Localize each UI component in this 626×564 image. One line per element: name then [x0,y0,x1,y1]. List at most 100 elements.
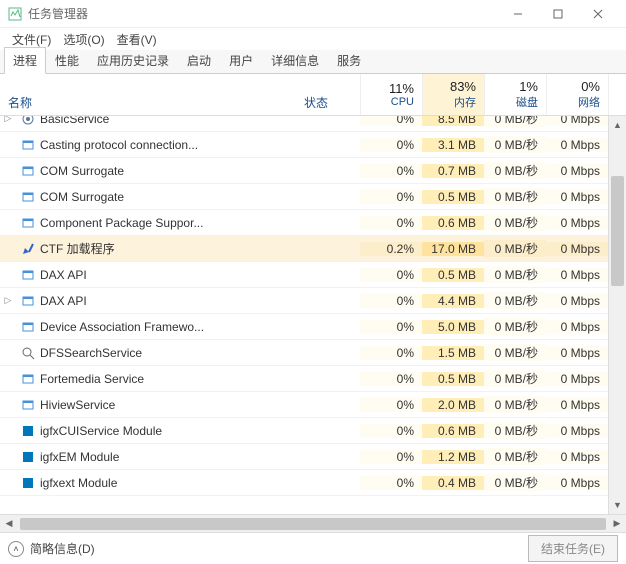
network-value: 0 Mbps [546,450,608,464]
process-icon [20,345,36,361]
process-icon [20,241,36,257]
disk-value: 0 MB/秒 [484,396,546,413]
network-value: 0 Mbps [546,164,608,178]
process-row[interactable]: igfxEM Module0%1.2 MB0 MB/秒0 Mbps [0,444,608,470]
memory-value: 2.0 MB [422,398,484,412]
fewer-details-button[interactable]: ˄ 简略信息(D) [8,540,95,557]
process-name: Casting protocol connection... [40,138,300,152]
memory-value: 4.4 MB [422,294,484,308]
process-row[interactable]: Fortemedia Service0%0.5 MB0 MB/秒0 Mbps [0,366,608,392]
process-icon [20,449,36,465]
footer: ˄ 简略信息(D) 结束任务(E) [0,532,626,564]
tab-4[interactable]: 用户 [220,47,262,74]
disk-value: 0 MB/秒 [484,188,546,205]
memory-value: 0.5 MB [422,190,484,204]
minimize-button[interactable] [498,0,538,28]
cpu-value: 0% [360,450,422,464]
network-value: 0 Mbps [546,116,608,126]
process-icon [20,267,36,283]
process-name: DFSSearchService [40,346,300,360]
network-value: 0 Mbps [546,346,608,360]
tab-bar: 进程性能应用历史记录启动用户详细信息服务 [0,50,626,74]
maximize-button[interactable] [538,0,578,28]
process-icon [20,423,36,439]
expand-icon[interactable]: ▷ [0,295,16,306]
process-row[interactable]: COM Surrogate0%0.7 MB0 MB/秒0 Mbps [0,158,608,184]
process-icon [20,475,36,491]
disk-value: 0 MB/秒 [484,162,546,179]
process-row[interactable]: ▷BasicService0%8.5 MB0 MB/秒0 Mbps [0,116,608,132]
process-name: igfxCUIService Module [40,424,300,438]
process-icon [20,319,36,335]
network-value: 0 Mbps [546,424,608,438]
memory-value: 0.7 MB [422,164,484,178]
tab-5[interactable]: 详细信息 [262,47,328,74]
network-value: 0 Mbps [546,398,608,412]
hscroll-thumb[interactable] [20,518,606,530]
tab-2[interactable]: 应用历史记录 [88,47,178,74]
process-row[interactable]: Casting protocol connection...0%3.1 MB0 … [0,132,608,158]
process-name: DAX API [40,294,300,308]
process-row[interactable]: HiviewService0%2.0 MB0 MB/秒0 Mbps [0,392,608,418]
vertical-scrollbar[interactable]: ▲ ▼ [608,116,626,514]
cpu-value: 0% [360,372,422,386]
scroll-right-icon[interactable]: ▶ [608,518,626,529]
process-row[interactable]: Component Package Suppor...0%0.6 MB0 MB/… [0,210,608,236]
disk-value: 0 MB/秒 [484,448,546,465]
process-row[interactable]: DFSSearchService0%1.5 MB0 MB/秒0 Mbps [0,340,608,366]
disk-value: 0 MB/秒 [484,318,546,335]
horizontal-scrollbar[interactable]: ◀ ▶ [0,514,626,532]
process-row[interactable]: CTF 加载程序0.2%17.0 MB0 MB/秒0 Mbps [0,236,608,262]
process-row[interactable]: igfxCUIService Module0%0.6 MB0 MB/秒0 Mbp… [0,418,608,444]
network-value: 0 Mbps [546,268,608,282]
memory-value: 3.1 MB [422,138,484,152]
disk-value: 0 MB/秒 [484,116,546,127]
col-status[interactable]: 状态 [300,74,360,115]
process-row[interactable]: DAX API0%0.5 MB0 MB/秒0 Mbps [0,262,608,288]
cpu-value: 0% [360,294,422,308]
col-network[interactable]: 0%网络 [546,74,608,115]
cpu-value: 0% [360,268,422,282]
tab-6[interactable]: 服务 [328,47,370,74]
tab-0[interactable]: 进程 [4,47,46,74]
column-headers: 名称 状态 11%CPU 83%内存 1%磁盘 0%网络 [0,74,626,116]
process-icon [20,397,36,413]
col-memory[interactable]: 83%内存 [422,74,484,115]
memory-value: 0.6 MB [422,216,484,230]
process-row[interactable]: COM Surrogate0%0.5 MB0 MB/秒0 Mbps [0,184,608,210]
expand-icon[interactable]: ▷ [0,116,16,124]
cpu-value: 0.2% [360,242,422,256]
network-value: 0 Mbps [546,372,608,386]
end-task-button[interactable]: 结束任务(E) [528,535,618,562]
process-name: DAX API [40,268,300,282]
close-button[interactable] [578,0,618,28]
col-disk[interactable]: 1%磁盘 [484,74,546,115]
cpu-value: 0% [360,346,422,360]
process-name: Device Association Framewo... [40,320,300,334]
process-icon [20,189,36,205]
process-row[interactable]: Device Association Framewo...0%5.0 MB0 M… [0,314,608,340]
process-name: BasicService [40,116,300,126]
cpu-value: 0% [360,424,422,438]
scroll-down-icon[interactable]: ▼ [609,496,626,514]
col-cpu[interactable]: 11%CPU [360,74,422,115]
scroll-up-icon[interactable]: ▲ [609,116,626,134]
process-row[interactable]: ▷DAX API0%4.4 MB0 MB/秒0 Mbps [0,288,608,314]
col-name[interactable]: 名称 [0,74,300,115]
process-row[interactable]: igfxext Module0%0.4 MB0 MB/秒0 Mbps [0,470,608,496]
process-icon [20,371,36,387]
app-icon [8,7,22,21]
network-value: 0 Mbps [546,138,608,152]
tab-3[interactable]: 启动 [178,47,220,74]
cpu-value: 0% [360,320,422,334]
process-icon [20,116,36,127]
vscroll-thumb[interactable] [611,176,624,286]
disk-value: 0 MB/秒 [484,214,546,231]
scroll-left-icon[interactable]: ◀ [0,518,18,529]
tab-1[interactable]: 性能 [46,47,88,74]
process-name: CTF 加载程序 [40,240,300,257]
disk-value: 0 MB/秒 [484,422,546,439]
memory-value: 1.5 MB [422,346,484,360]
process-name: COM Surrogate [40,164,300,178]
network-value: 0 Mbps [546,242,608,256]
